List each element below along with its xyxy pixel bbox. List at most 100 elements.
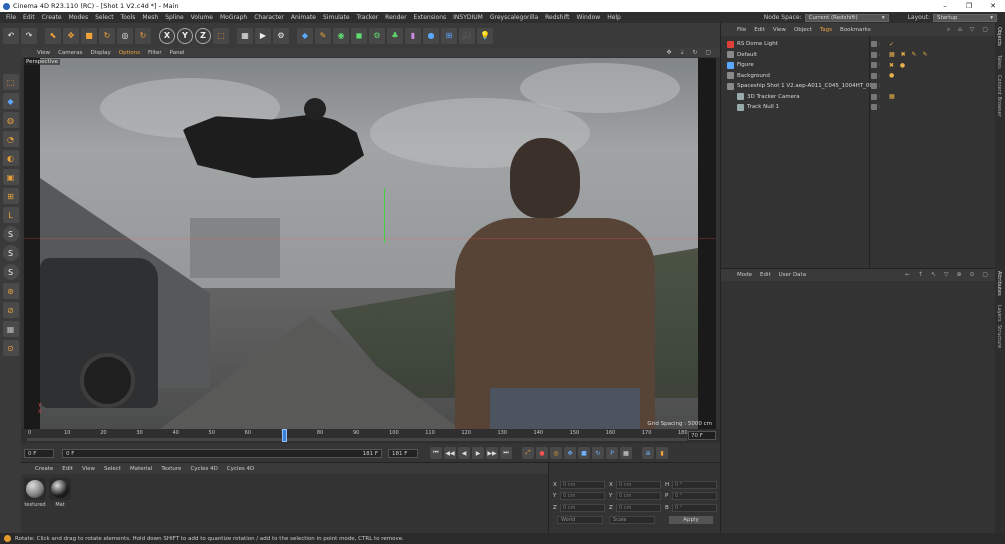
viewport-menu-display[interactable]: Display (91, 50, 111, 56)
scale-tool-button[interactable]: ■ (81, 27, 97, 44)
obj-menu-view[interactable]: View (773, 27, 786, 33)
editor-render-dots[interactable]: : (879, 41, 881, 47)
menu-tracker[interactable]: Tracker (357, 14, 379, 21)
layer-visibility-toggle[interactable] (871, 41, 877, 47)
layer-visibility-toggle[interactable] (871, 93, 877, 100)
object-manager-search-icons[interactable]: ⌕ ⌂ ▽ ▢ (947, 26, 991, 34)
menu-edit[interactable]: Edit (23, 14, 35, 21)
attr-menu-edit[interactable]: Edit (760, 272, 771, 278)
perspective-viewport[interactable]: Perspective Grid Spacing : 5000 cm Y X (24, 58, 716, 429)
floor-button[interactable]: ⊞ (441, 27, 457, 44)
light-button[interactable]: 💡 (477, 27, 493, 44)
object-row[interactable]: Default: ▦ ✖ ✎ ✎ (721, 50, 996, 60)
render-settings-button[interactable]: ⚙ (273, 27, 289, 44)
tab-layers[interactable]: Layers (996, 305, 1002, 322)
snap-button-1[interactable]: S (2, 226, 19, 242)
x-axis-lock-button[interactable]: X (159, 27, 175, 44)
size-x-field[interactable]: 0 cm (616, 480, 661, 489)
spaceship-dish[interactable] (304, 98, 326, 120)
subdivision-button[interactable]: ◉ (333, 27, 349, 44)
attribute-nav-icons[interactable]: ← ↑ ↖ ▽ ⊕ ⊙ ▢ (905, 271, 991, 278)
autokeying-button[interactable]: ● (536, 447, 548, 459)
texture-mode-button[interactable]: ◍ (2, 112, 19, 128)
play-button[interactable]: ▶ (472, 447, 484, 459)
menu-select[interactable]: Select (95, 14, 114, 21)
record-pla-button[interactable]: ▦ (620, 447, 632, 459)
coord-system-dropdown[interactable]: World (557, 516, 603, 524)
material-swatch[interactable]: textured (24, 478, 46, 508)
mat-menu-create[interactable]: Create (35, 466, 53, 472)
pen-spline-button[interactable]: ✎ (315, 27, 331, 44)
go-to-start-button[interactable]: ⏮ (430, 447, 442, 459)
menu-mesh[interactable]: Mesh (142, 14, 158, 21)
tab-objects[interactable]: Objects (996, 27, 1002, 46)
obj-menu-file[interactable]: File (737, 27, 746, 33)
cube-object-button[interactable]: ◆ (297, 27, 313, 44)
obj-menu-object[interactable]: Object (794, 27, 812, 33)
select-tool-button[interactable]: ⬉ (45, 27, 61, 44)
mat-menu-material[interactable]: Material (130, 466, 152, 472)
environment-button[interactable]: ● (423, 27, 439, 44)
record-rotation-button[interactable]: ↻ (592, 447, 604, 459)
editor-render-dots[interactable]: : (879, 94, 881, 100)
editor-render-dots[interactable]: : (879, 52, 881, 58)
menu-character[interactable]: Character (254, 14, 284, 21)
move-tool-button[interactable]: ✥ (63, 27, 79, 44)
tab-content-browser[interactable]: Content Browser (996, 75, 1002, 117)
rotation-b-field[interactable]: 0 ° (672, 503, 717, 512)
object-tags[interactable]: ▦ ✖ ✎ ✎ (889, 51, 929, 58)
recent-tool-button[interactable]: ↻ (135, 27, 151, 44)
points-mode-button[interactable]: ◔ (2, 131, 19, 147)
menu-simulate[interactable]: Simulate (323, 14, 350, 21)
obj-menu-edit[interactable]: Edit (754, 27, 765, 33)
workplane-button[interactable]: ⊛ (2, 283, 19, 299)
close-button[interactable]: ✕ (981, 0, 1005, 12)
previous-key-button[interactable]: ◀◀ (444, 447, 456, 459)
attr-menu-mode[interactable]: Mode (737, 272, 752, 278)
editor-render-dots[interactable]: : (879, 73, 881, 79)
menu-help[interactable]: Help (607, 14, 621, 21)
current-frame-field[interactable]: 70 F (688, 431, 716, 440)
go-to-end-button[interactable]: ⏭ (500, 447, 512, 459)
menu-volume[interactable]: Volume (191, 14, 213, 21)
obj-menu-bookmarks[interactable]: Bookmarks (840, 27, 871, 33)
mat-menu-texture[interactable]: Texture (161, 466, 181, 472)
viewport-menu-view[interactable]: View (37, 50, 50, 56)
next-frame-button[interactable]: ▶▶ (486, 447, 498, 459)
mat-menu-view[interactable]: View (82, 466, 95, 472)
timeline-ruler[interactable]: 0102030405060708090100110120130140150160… (21, 429, 720, 443)
viewport-nav-controls[interactable]: ✥ ⇣ ↻ ▢ (667, 49, 714, 56)
tab-takes[interactable]: Takes (996, 55, 1002, 69)
mat-menu-cycles4d[interactable]: Cycles 4D (190, 466, 217, 472)
y-axis-lock-button[interactable]: Y (177, 27, 193, 44)
menu-create[interactable]: Create (42, 14, 62, 21)
menu-tools[interactable]: Tools (121, 14, 136, 21)
object-row[interactable]: 3D Tracker Camera: ▦ (721, 92, 996, 102)
position-x-field[interactable]: 0 cm (560, 480, 605, 489)
timeline-track[interactable] (27, 438, 687, 441)
menu-insydium[interactable]: INSYDIUM (453, 14, 483, 21)
rotation-p-field[interactable]: 0 ° (672, 491, 717, 500)
layer-visibility-toggle[interactable] (871, 104, 877, 110)
preview-range-slider[interactable]: 0 F 181 F (62, 448, 382, 458)
grid-button[interactable]: ▦ (2, 321, 19, 337)
layout-dropdown[interactable]: Startup ▾ (933, 13, 997, 22)
editor-render-dots[interactable]: : (879, 104, 881, 110)
menu-greyscalegorilla[interactable]: Greyscalegorilla (490, 14, 538, 21)
end-frame-field[interactable]: 181 F (388, 448, 418, 458)
node-space-dropdown[interactable]: Current (Redshift) ▾ (804, 13, 889, 22)
record-active-objects-button[interactable]: ⤢ (522, 447, 534, 459)
z-axis-lock-button[interactable]: Z (195, 27, 211, 44)
object-row[interactable]: Spaceship Shot 1 V2.aep-A011_C045_1004HT… (721, 81, 996, 91)
deformer-button[interactable]: ▮ (405, 27, 421, 44)
maximize-button[interactable]: ❐ (957, 0, 981, 12)
object-tags[interactable]: ✓ (889, 41, 896, 48)
snap-button-3[interactable]: S (2, 264, 19, 280)
minimize-button[interactable]: – (933, 0, 957, 12)
menu-mograph[interactable]: MoGraph (220, 14, 247, 21)
position-y-field[interactable]: 0 cm (560, 491, 605, 500)
tab-structure[interactable]: Structure (996, 325, 1002, 348)
size-y-field[interactable]: 0 cm (616, 491, 661, 500)
object-row[interactable]: Figure: ✖ ● (721, 60, 996, 70)
menu-modes[interactable]: Modes (69, 14, 88, 21)
